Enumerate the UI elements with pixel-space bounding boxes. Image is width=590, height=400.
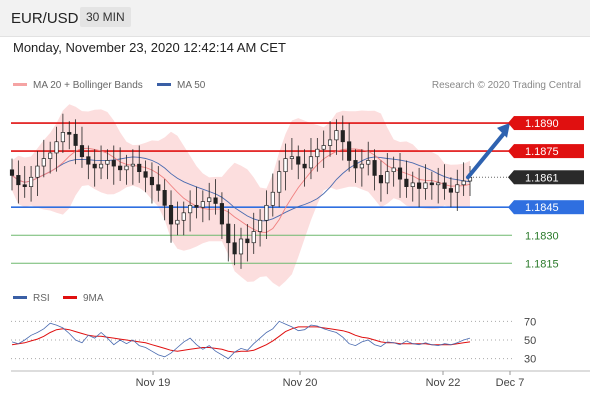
chart-canvas: 1.1890 1.1875 1.1861 1.1845 1.1830 1.1815 Nov … <box>9 104 590 389</box>
level-label-support-pointer <box>508 200 514 215</box>
candle-body <box>308 156 314 169</box>
candle-body <box>448 188 453 193</box>
candle-body <box>461 180 466 186</box>
x-tick-label: Nov 19 <box>136 377 171 389</box>
candle-body <box>188 204 193 214</box>
level-label-target: 1.1815 <box>525 258 559 270</box>
candle-body <box>429 182 434 186</box>
candle-body <box>143 171 148 178</box>
candle-body <box>372 160 377 176</box>
candle-body <box>92 163 97 169</box>
rsi-tick-label: 30 <box>524 354 536 366</box>
candle-body <box>98 163 104 169</box>
candle-body <box>168 204 174 225</box>
candle-body <box>73 133 78 146</box>
level-label-resistance: 1.1875 <box>525 146 559 158</box>
candle-body <box>86 156 91 165</box>
candle-body <box>41 158 46 167</box>
candle-body <box>35 165 40 178</box>
level-label-resistance: 1.1890 <box>525 118 559 130</box>
candle-body <box>137 163 142 173</box>
candle-body <box>378 175 384 184</box>
forecast-arrow-shaft <box>466 128 508 180</box>
level-label-target: 1.1830 <box>525 230 559 242</box>
rsi-tick-label: 70 <box>524 316 536 328</box>
candle-body <box>417 182 422 189</box>
candle-body <box>245 238 250 244</box>
candle-body <box>410 182 415 187</box>
candle-body <box>67 132 72 135</box>
level-label-support: 1.1845 <box>525 202 559 214</box>
level-label-current: 1.1861 <box>525 172 559 184</box>
candle-body <box>404 178 409 187</box>
candle-body <box>340 130 345 143</box>
candle-body <box>16 175 21 186</box>
candle-body <box>181 212 186 221</box>
candle-body <box>54 141 59 154</box>
candle-body <box>22 184 27 187</box>
candle-body <box>219 203 224 225</box>
rsi-tick-label: 50 <box>524 335 536 347</box>
candle-body <box>149 176 155 186</box>
candle-body <box>385 171 390 184</box>
candle-body <box>207 197 212 202</box>
candle-body <box>111 160 116 167</box>
candle-body <box>258 219 263 232</box>
candle-body <box>105 160 110 165</box>
candle-body <box>289 156 294 159</box>
x-tick-label: Nov 22 <box>426 377 461 389</box>
candle-body <box>423 182 428 189</box>
candle-body <box>347 141 352 161</box>
candle-body <box>327 139 333 146</box>
candle-body <box>130 163 135 167</box>
candle-body <box>156 184 161 191</box>
candle-body <box>334 130 339 141</box>
candle-body <box>321 145 326 150</box>
rsi-line <box>11 320 471 360</box>
level-label-resistance-pointer <box>508 144 514 159</box>
level-label-current-pointer <box>508 170 514 185</box>
candle-body <box>175 219 180 225</box>
candle-body <box>232 242 237 255</box>
candle-body <box>48 152 53 159</box>
candle-body <box>200 201 205 208</box>
candle-body <box>264 204 269 221</box>
candle-body <box>118 165 123 171</box>
candle-body <box>29 176 34 187</box>
candle-body <box>302 163 307 169</box>
candle-body <box>315 148 320 158</box>
candle-body <box>277 171 282 193</box>
candle-body <box>79 145 85 158</box>
candle-body <box>391 167 396 173</box>
candle-body <box>124 165 129 171</box>
candle-body <box>397 167 403 180</box>
candle-body <box>366 160 371 165</box>
x-tick-label: Nov 20 <box>283 377 318 389</box>
candle-body <box>442 182 447 189</box>
candle-body <box>359 163 364 169</box>
candle-body <box>162 190 167 206</box>
candle-body <box>296 156 301 165</box>
candle-body <box>194 204 199 208</box>
candle-body <box>9 169 15 176</box>
x-tick-label: Dec 7 <box>496 377 525 389</box>
candle-body <box>238 238 244 255</box>
candle-body <box>353 160 358 169</box>
candle-body <box>436 182 441 186</box>
candle-body <box>60 132 65 143</box>
candle-body <box>226 223 231 244</box>
candle-body <box>251 231 256 244</box>
candle-body <box>455 184 460 193</box>
candle-body <box>283 158 288 173</box>
candle-body <box>270 191 275 206</box>
candle-body <box>213 197 218 204</box>
